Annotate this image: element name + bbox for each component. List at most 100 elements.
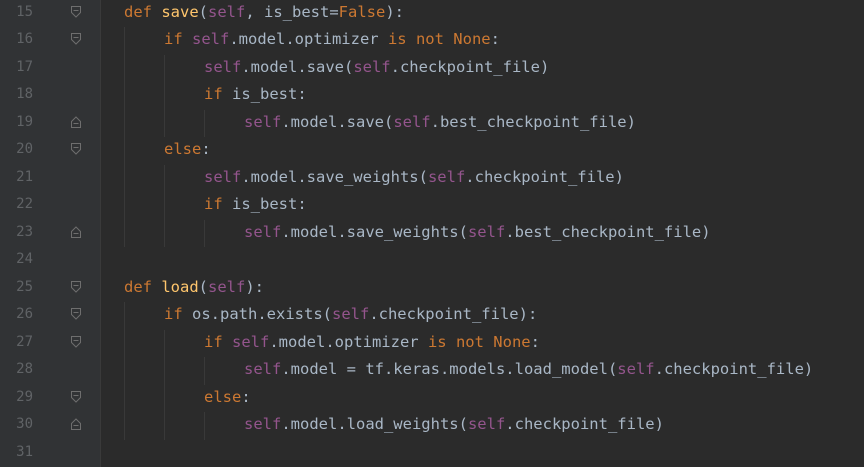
- line-number[interactable]: 30: [0, 411, 33, 439]
- indent-guide: [204, 357, 205, 385]
- fold-open-icon[interactable]: [70, 335, 82, 349]
- code-text[interactable]: self.model.load_weights(self.checkpoint_…: [244, 411, 664, 439]
- line-number[interactable]: 29: [0, 384, 33, 412]
- code-token: self: [467, 222, 506, 241]
- code-token: self: [244, 222, 282, 241]
- line-number[interactable]: 28: [0, 356, 33, 384]
- code-text[interactable]: self.model.save_weights(self.best_checkp…: [244, 219, 711, 247]
- indent-guide: [124, 302, 125, 440]
- code-text[interactable]: def save(self, is_best=False):: [124, 0, 404, 26]
- line-number[interactable]: 21: [0, 164, 33, 192]
- code-token: None: [453, 30, 491, 48]
- code-text[interactable]: self.model.save(self.checkpoint_file): [204, 54, 549, 82]
- fold-close-icon[interactable]: [70, 115, 82, 129]
- code-token: self: [232, 332, 270, 351]
- code-row[interactable]: 26 if os.path.exists(self.checkpoint_file…: [0, 301, 864, 329]
- code-row[interactable]: 15 def save(self, is_best=False):: [0, 0, 864, 26]
- code-token: self: [617, 360, 655, 378]
- code-token: if: [164, 305, 192, 323]
- indent-guide: [164, 55, 165, 137]
- code-token: ):: [245, 277, 264, 296]
- code-text[interactable]: self.model.save_weights(self.checkpoint_…: [204, 164, 624, 192]
- code-token: .best_checkpoint_file): [430, 112, 636, 131]
- line-number[interactable]: 18: [0, 81, 33, 109]
- code-token: .checkpoint_file): [505, 415, 664, 433]
- code-token: .best_checkpoint_file): [505, 222, 711, 241]
- code-text[interactable]: else:: [164, 136, 211, 164]
- code-token: False: [338, 2, 386, 21]
- line-number[interactable]: 31: [0, 439, 33, 467]
- line-number[interactable]: 26: [0, 301, 33, 329]
- fold-open-icon[interactable]: [70, 32, 82, 46]
- code-row[interactable]: 19 self.model.save(self.best_checkpoint_f…: [0, 109, 864, 137]
- code-token: else: [204, 387, 242, 406]
- line-number[interactable]: 20: [0, 136, 33, 164]
- code-text[interactable]: self.model = tf.keras.models.load_model(…: [244, 356, 813, 384]
- code-row[interactable]: 27 if self.model.optimizer is not None:: [0, 329, 864, 357]
- code-token: (: [198, 277, 208, 296]
- code-token: .checkpoint_file): [654, 360, 814, 378]
- line-number[interactable]: 27: [0, 329, 33, 357]
- code-token: .checkpoint_file): [465, 167, 624, 186]
- line-number[interactable]: 17: [0, 54, 33, 82]
- code-token: self: [244, 360, 282, 378]
- code-token: is_best:: [232, 85, 307, 103]
- code-editor[interactable]: 15 def save(self, is_best=False): 16 if sel…: [0, 0, 864, 467]
- code-token: self: [331, 305, 370, 323]
- fold-open-icon[interactable]: [70, 142, 82, 156]
- code-text[interactable]: def load(self):: [124, 274, 264, 302]
- code-token: :: [490, 30, 500, 48]
- code-row[interactable]: 31: [0, 439, 864, 467]
- code-row[interactable]: 20 else:: [0, 136, 864, 164]
- code-text[interactable]: if self.model.optimizer is not None:: [164, 26, 500, 54]
- fold-open-icon[interactable]: [70, 280, 82, 294]
- code-text[interactable]: else:: [204, 384, 251, 412]
- code-text[interactable]: if os.path.exists(self.checkpoint_file):: [164, 301, 537, 329]
- code-token: if: [204, 195, 232, 213]
- code-token: .model = tf.keras.models.load_model(: [281, 360, 618, 378]
- code-token: self: [393, 112, 431, 131]
- code-token: ):: [385, 2, 404, 21]
- code-row[interactable]: 29 else:: [0, 384, 864, 412]
- fold-open-icon[interactable]: [70, 5, 82, 19]
- code-row[interactable]: 30 self.model.load_weights(self.checkpoin…: [0, 411, 864, 439]
- code-row[interactable]: 24: [0, 246, 864, 274]
- line-number[interactable]: 15: [0, 0, 33, 26]
- code-text[interactable]: if is_best:: [204, 191, 307, 219]
- code-row[interactable]: 25 def load(self):: [0, 274, 864, 302]
- code-text[interactable]: if is_best:: [204, 81, 307, 109]
- fold-open-icon[interactable]: [70, 390, 82, 404]
- code-token: .model.save_weights(: [241, 167, 428, 186]
- code-row[interactable]: 17 self.model.save(self.checkpoint_file): [0, 54, 864, 82]
- fold-open-icon[interactable]: [70, 307, 82, 321]
- code-token: .model.optimizer: [229, 30, 388, 48]
- code-text[interactable]: if self.model.optimizer is not None:: [204, 329, 540, 357]
- code-token: self: [204, 167, 242, 186]
- code-row[interactable]: 28 self.model = tf.keras.models.load_mode…: [0, 356, 864, 384]
- code-token: .model.save(: [281, 112, 394, 131]
- code-token: else: [164, 140, 202, 158]
- line-number[interactable]: 22: [0, 191, 33, 219]
- fold-close-icon[interactable]: [70, 417, 82, 431]
- code-row[interactable]: 18 if is_best:: [0, 81, 864, 109]
- code-token: if: [204, 85, 232, 103]
- line-number[interactable]: 16: [0, 26, 33, 54]
- code-row[interactable]: 16 if self.model.optimizer is not None:: [0, 26, 864, 54]
- code-token: (: [198, 2, 208, 21]
- indent-guide: [164, 330, 165, 440]
- code-row[interactable]: 22 if is_best:: [0, 191, 864, 219]
- code-token: .model.save(: [241, 57, 354, 76]
- line-number[interactable]: 23: [0, 219, 33, 247]
- code-token: :: [241, 387, 251, 406]
- fold-close-icon[interactable]: [70, 225, 82, 239]
- line-number[interactable]: 24: [0, 246, 33, 274]
- line-number[interactable]: 19: [0, 109, 33, 137]
- code-token: :: [530, 332, 540, 351]
- code-token: :: [201, 140, 211, 158]
- code-row[interactable]: 23 self.model.save_weights(self.best_chec…: [0, 219, 864, 247]
- code-row[interactable]: 21 self.model.save_weights(self.checkpoin…: [0, 164, 864, 192]
- line-number[interactable]: 25: [0, 274, 33, 302]
- code-token: is not: [387, 30, 454, 48]
- code-token: save: [161, 2, 199, 21]
- code-text[interactable]: self.model.save(self.best_checkpoint_fil…: [244, 109, 636, 137]
